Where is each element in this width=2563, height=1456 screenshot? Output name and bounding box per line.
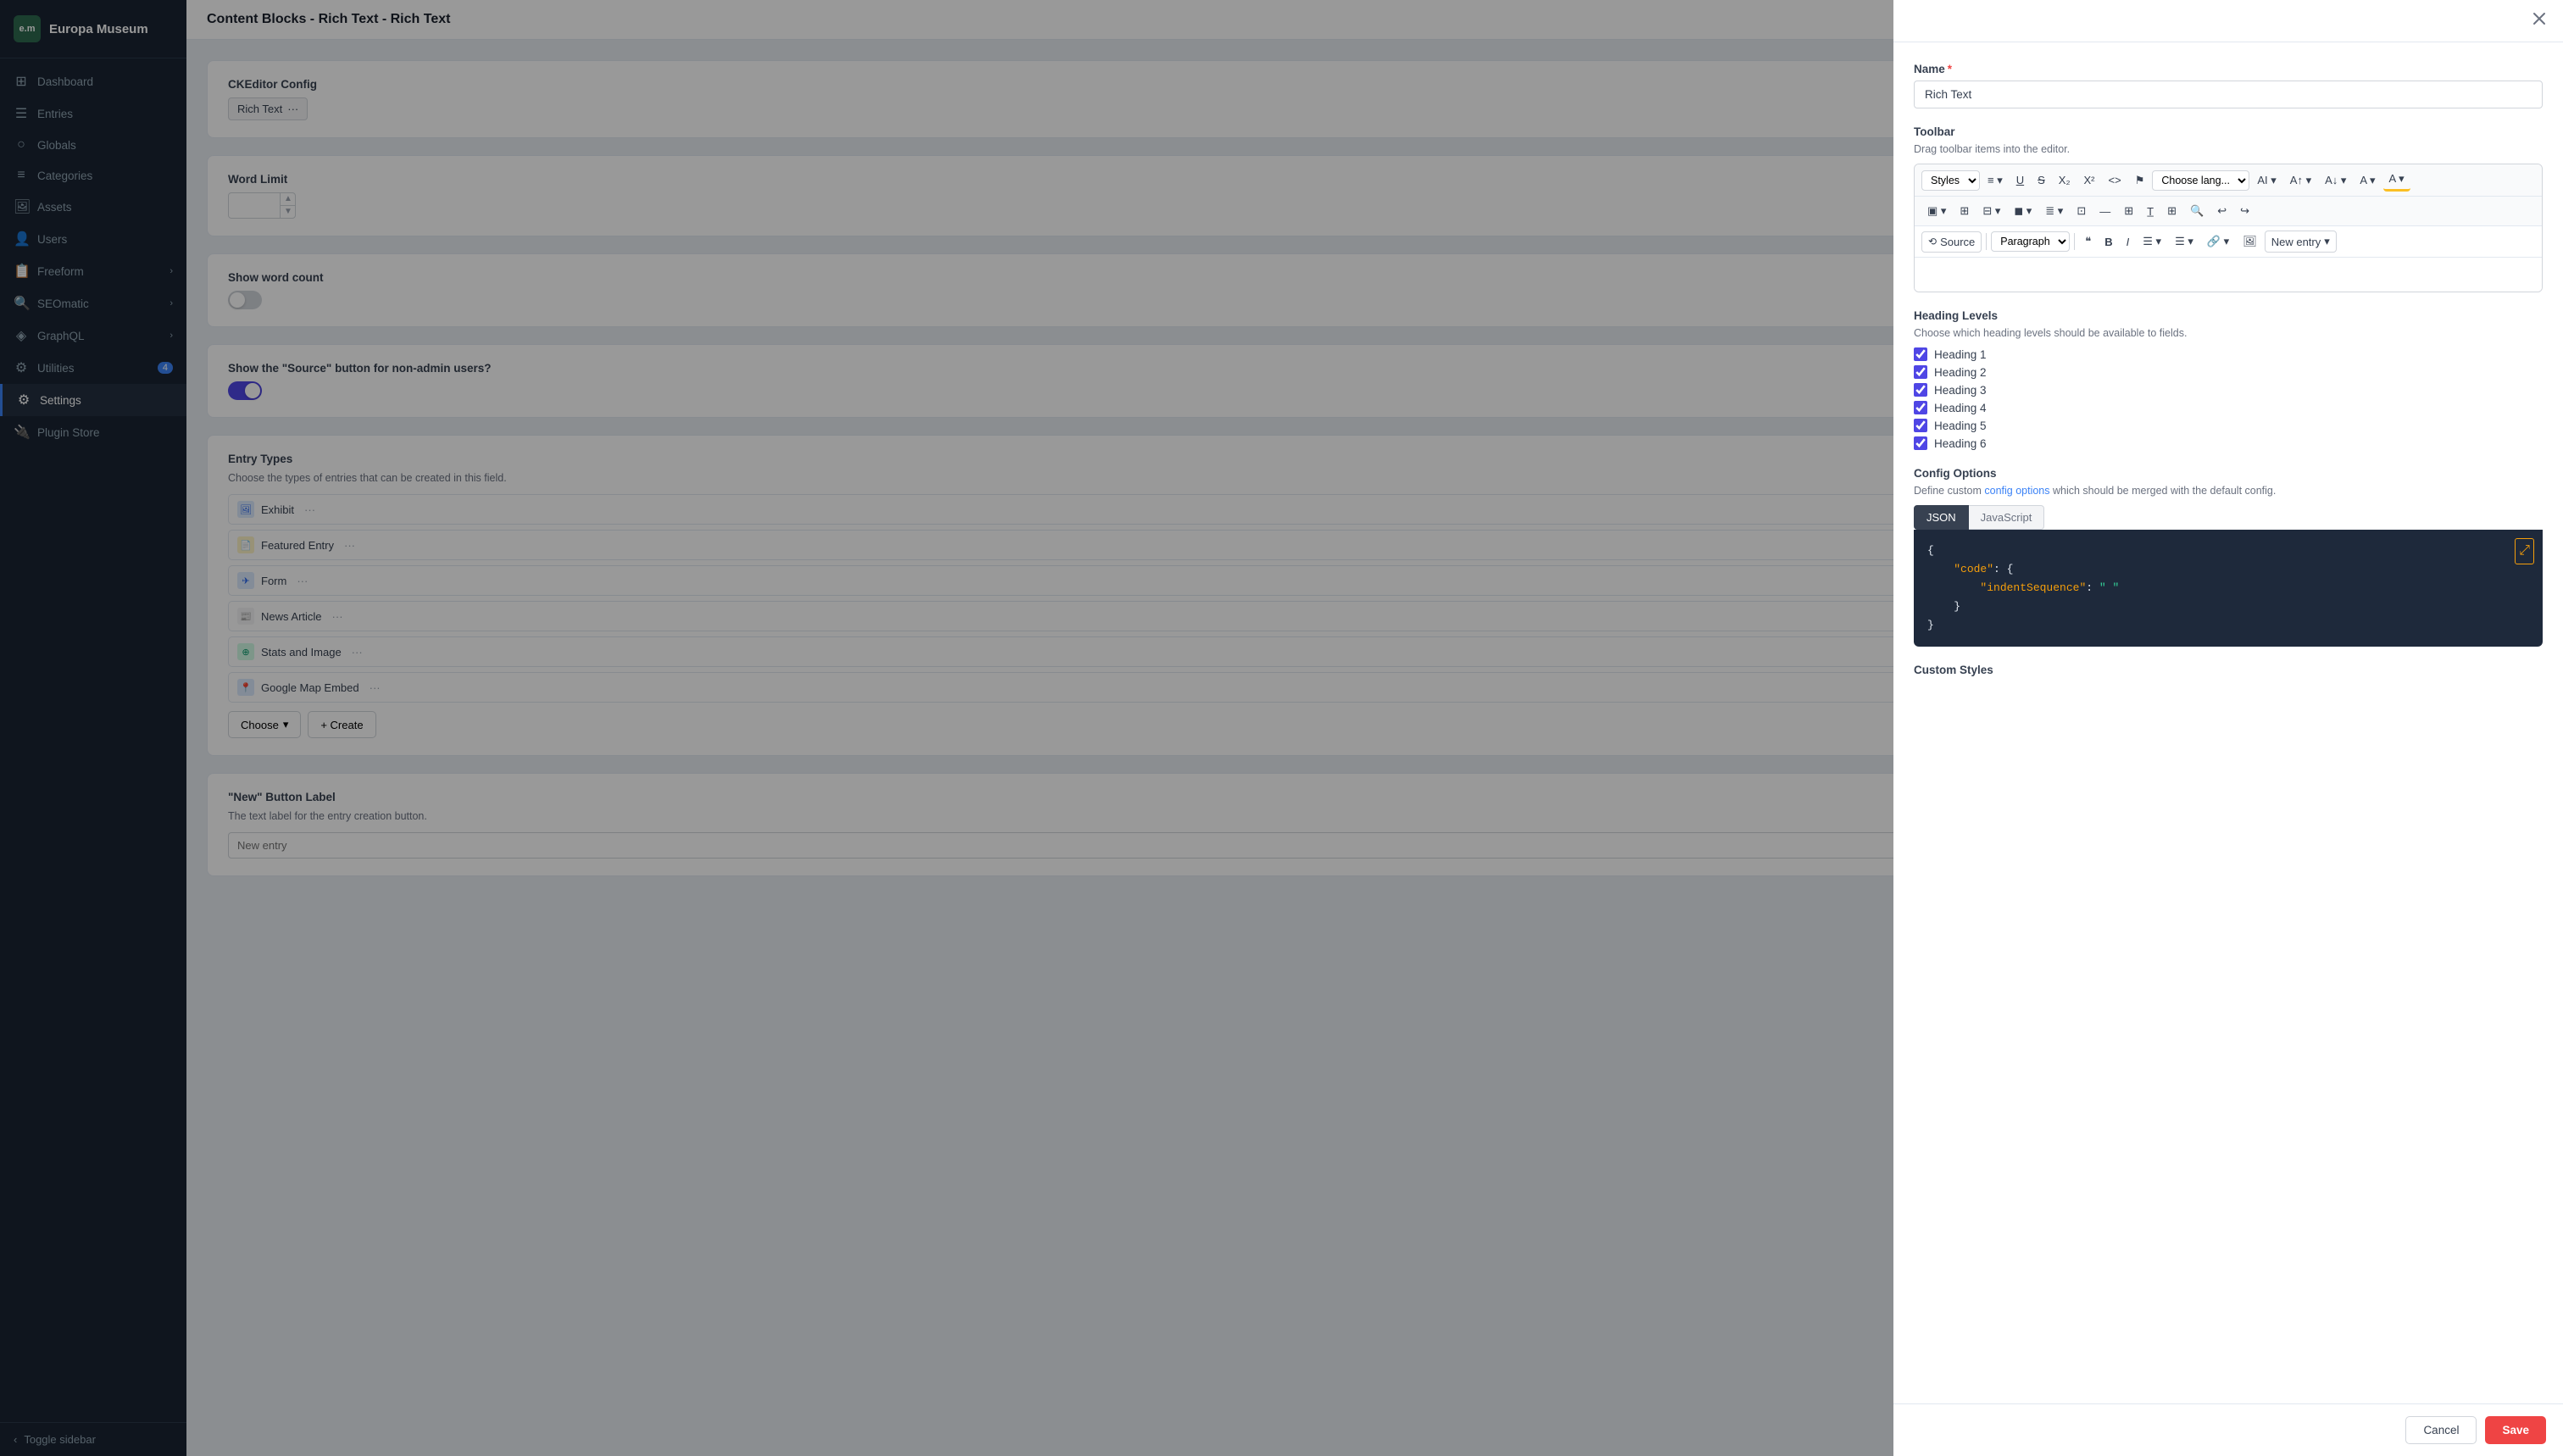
new-entry-button[interactable]: New entry ▾: [2265, 231, 2337, 253]
config-tabs: JSON JavaScript: [1914, 505, 2543, 530]
source-icon: ⟲: [1928, 236, 1937, 247]
toolbar-field-desc: Drag toolbar items into the editor.: [1914, 143, 2543, 155]
heading-levels-section: Heading Levels Choose which heading leve…: [1914, 309, 2543, 450]
divider: [1986, 233, 1987, 250]
heading-6-checkbox[interactable]: [1914, 436, 1927, 450]
blockquote-button[interactable]: ❝: [2079, 231, 2097, 252]
toolbar-row-2: ▣ ▾ ⊞ ⊟ ▾ ◼ ▾ ≣ ▾ ⊡ — ⊞ T̲ ⊞ 🔍 ↩ ↪: [1915, 197, 2542, 226]
page-break-button[interactable]: ⊞: [2118, 201, 2139, 221]
code-button[interactable]: <>: [2103, 170, 2127, 190]
toolbar-field-label: Toolbar: [1914, 125, 2543, 138]
custom-styles-label: Custom Styles: [1914, 664, 2543, 676]
heading-1-label: Heading 1: [1934, 348, 1987, 361]
align-button[interactable]: ≡ ▾: [1982, 170, 2009, 191]
heading-5-label: Heading 5: [1934, 420, 1987, 432]
heading-3-checkbox[interactable]: [1914, 383, 1927, 397]
heading-4-checkbox[interactable]: [1914, 401, 1927, 414]
font-size-up-button[interactable]: A↑ ▾: [2284, 170, 2317, 191]
font-bg-button[interactable]: A ▾: [2383, 169, 2410, 192]
list-button[interactable]: ≣ ▾: [2039, 201, 2069, 221]
show-blocks-button[interactable]: T̲: [2141, 202, 2160, 221]
heading-2-item: Heading 2: [1914, 365, 2543, 379]
modal-overlay: Name* Toolbar Drag toolbar items into th…: [0, 0, 2563, 1456]
heading-6-label: Heading 6: [1934, 437, 1987, 450]
new-entry-label: New entry: [2271, 236, 2321, 248]
media-button[interactable]: ▣ ▾: [1921, 201, 1952, 221]
special-chars-button[interactable]: ⊞: [1954, 201, 1975, 221]
subscript-button[interactable]: X₂: [2053, 170, 2077, 190]
ol-button[interactable]: ☰ ▾: [2169, 231, 2199, 252]
toolbar-preview-area[interactable]: [1915, 258, 2542, 292]
heading-levels-desc: Choose which heading levels should be av…: [1914, 327, 2543, 339]
javascript-tab[interactable]: JavaScript: [1969, 505, 2045, 530]
paragraph-select[interactable]: Paragraph: [1991, 231, 2070, 252]
save-button[interactable]: Save: [2485, 1416, 2546, 1444]
config-options-label: Config Options: [1914, 467, 2543, 480]
heading-2-checkbox[interactable]: [1914, 365, 1927, 379]
json-tab[interactable]: JSON: [1914, 505, 1969, 530]
underline-button[interactable]: U: [2010, 170, 2030, 190]
image-button[interactable]: 🖼: [2237, 231, 2263, 252]
superscript-button[interactable]: X²: [2078, 170, 2101, 190]
table-button[interactable]: ⊟ ▾: [1976, 201, 2006, 221]
find-replace-button[interactable]: 🔍: [2184, 201, 2210, 221]
italic-button[interactable]: I: [2121, 232, 2136, 252]
heading-6-item: Heading 6: [1914, 436, 2543, 450]
heading-2-label: Heading 2: [1934, 366, 1987, 379]
config-code-block: ⤢ { "code": { "indentSequence": " " } }: [1914, 530, 2543, 647]
toolbar-row-1: Styles ≡ ▾ U S X₂ X² <> ⚑ Choose lang...…: [1915, 164, 2542, 197]
heading-5-item: Heading 5: [1914, 419, 2543, 432]
name-field-label: Name*: [1914, 63, 2543, 75]
font-color-button[interactable]: A ▾: [2354, 170, 2381, 191]
source-button[interactable]: ⟲ Source: [1921, 231, 1982, 253]
block-quote-button[interactable]: ◼ ▾: [2008, 201, 2038, 221]
modal-body: Name* Toolbar Drag toolbar items into th…: [1893, 42, 2563, 1403]
config-options-link[interactable]: config options: [1984, 485, 2049, 497]
required-star: *: [1948, 63, 1952, 75]
heading-3-item: Heading 3: [1914, 383, 2543, 397]
heading-4-item: Heading 4: [1914, 401, 2543, 414]
toolbar-container: Styles ≡ ▾ U S X₂ X² <> ⚑ Choose lang...…: [1914, 164, 2543, 292]
font-size-down-button[interactable]: A↓ ▾: [2319, 170, 2352, 191]
modal-footer: Cancel Save: [1893, 1403, 2563, 1456]
expand-icon[interactable]: ⤢: [2515, 538, 2534, 564]
heading-1-checkbox[interactable]: [1914, 347, 1927, 361]
flag-button[interactable]: ⚑: [2129, 170, 2151, 191]
toolbar-row-3: ⟲ Source Paragraph ❝ B I ☰ ▾ ☰ ▾ 🔗 ▾ 🖼: [1915, 226, 2542, 258]
heading-1-item: Heading 1: [1914, 347, 2543, 361]
config-options-section: Config Options Define custom config opti…: [1914, 467, 2543, 647]
source-label: Source: [1940, 236, 1975, 248]
modal-panel: Name* Toolbar Drag toolbar items into th…: [1893, 0, 2563, 1456]
cancel-button[interactable]: Cancel: [2405, 1416, 2477, 1444]
custom-styles-section: Custom Styles: [1914, 664, 2543, 676]
styles-select[interactable]: Styles: [1921, 170, 1980, 191]
language-select[interactable]: Choose lang...: [2152, 170, 2249, 191]
heading-5-checkbox[interactable]: [1914, 419, 1927, 432]
link-button[interactable]: 🔗 ▾: [2201, 231, 2235, 252]
ai-button[interactable]: AI ▾: [2251, 170, 2282, 191]
modal-close-button[interactable]: [2532, 12, 2546, 30]
indent-button[interactable]: —: [2093, 202, 2116, 221]
source-editing-button2[interactable]: ⊞: [2161, 201, 2182, 221]
heading-levels-label: Heading Levels: [1914, 309, 2543, 322]
name-input[interactable]: [1914, 81, 2543, 108]
ul-button[interactable]: ☰ ▾: [2137, 231, 2167, 252]
heading-3-label: Heading 3: [1934, 384, 1987, 397]
heading-4-label: Heading 4: [1934, 402, 1987, 414]
divider: [2074, 233, 2075, 250]
strikethrough-button[interactable]: S: [2032, 170, 2051, 190]
undo-button[interactable]: ↩: [2211, 201, 2232, 221]
chevron-down-icon: ▾: [2324, 235, 2330, 248]
redo-button[interactable]: ↪: [2234, 201, 2255, 221]
bold-button[interactable]: B: [2099, 232, 2118, 252]
config-options-desc: Define custom config options which shoul…: [1914, 485, 2543, 497]
outdent-button[interactable]: ⊡: [2071, 201, 2092, 221]
modal-header: [1893, 0, 2563, 42]
